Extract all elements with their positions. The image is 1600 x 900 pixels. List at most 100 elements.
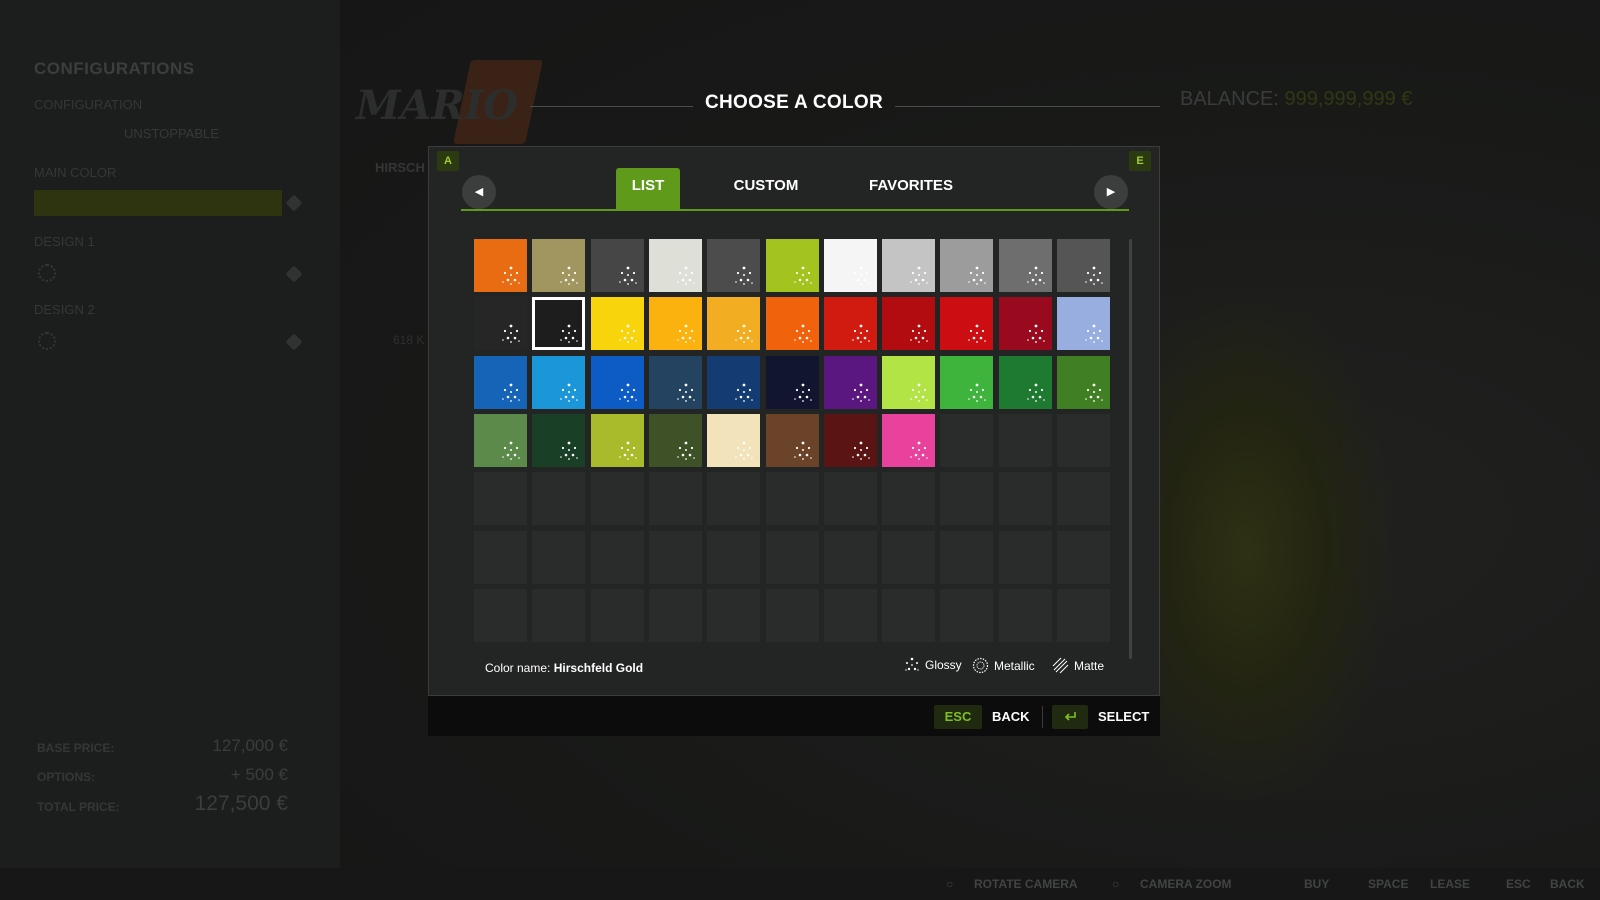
select-button[interactable]: SELECT	[1098, 709, 1149, 724]
color-swatch[interactable]	[766, 414, 819, 467]
color-swatch[interactable]	[591, 297, 644, 350]
color-swatch[interactable]	[649, 414, 702, 467]
wheel-icon: ○	[1112, 877, 1120, 891]
tab-favorites[interactable]: FAVORITES	[849, 168, 973, 210]
glossy-icon	[617, 382, 639, 404]
prev-arrow-button[interactable]: ◀	[462, 175, 496, 209]
color-swatch[interactable]	[999, 297, 1052, 350]
color-swatch[interactable]	[707, 356, 760, 409]
color-swatch[interactable]	[882, 239, 935, 292]
color-swatch[interactable]	[532, 297, 585, 350]
color-swatch[interactable]	[940, 356, 993, 409]
hint-space-key: SPACE	[1368, 877, 1409, 891]
color-swatch[interactable]	[824, 414, 877, 467]
glossy-icon	[1083, 323, 1105, 345]
color-swatch[interactable]	[1057, 297, 1110, 350]
hint-back[interactable]: BACK	[1550, 877, 1585, 891]
enter-icon[interactable]	[1052, 705, 1088, 729]
empty-swatch-slot	[824, 589, 877, 642]
hint-esc-key: ESC	[1506, 877, 1531, 891]
hint-camera-zoom[interactable]: CAMERA ZOOM	[1140, 877, 1232, 891]
color-swatch[interactable]	[474, 239, 527, 292]
color-swatch[interactable]	[532, 414, 585, 467]
color-swatch[interactable]	[707, 414, 760, 467]
legend-matte: Matte	[1052, 657, 1104, 674]
esc-key-badge[interactable]: ESC	[934, 705, 982, 729]
color-swatch[interactable]	[882, 297, 935, 350]
color-swatch[interactable]	[649, 297, 702, 350]
color-swatch[interactable]	[532, 356, 585, 409]
color-swatch[interactable]	[649, 356, 702, 409]
glossy-icon	[675, 323, 697, 345]
color-swatch[interactable]	[591, 414, 644, 467]
glossy-icon	[908, 440, 930, 462]
back-button[interactable]: BACK	[992, 709, 1030, 724]
color-swatch[interactable]	[824, 297, 877, 350]
empty-swatch-slot	[1057, 414, 1110, 467]
hint-rotate-camera[interactable]: ROTATE CAMERA	[974, 877, 1078, 891]
legend-glossy: Glossy	[904, 657, 962, 673]
glossy-icon	[500, 265, 522, 287]
empty-swatch-slot	[999, 589, 1052, 642]
empty-swatch-slot	[999, 414, 1052, 467]
hint-buy[interactable]: BUY	[1304, 877, 1329, 891]
empty-swatch-slot	[649, 589, 702, 642]
empty-swatch-slot	[591, 472, 644, 525]
glossy-icon	[1025, 323, 1047, 345]
matte-icon	[1052, 657, 1069, 674]
empty-swatch-slot	[766, 589, 819, 642]
glossy-icon	[905, 657, 919, 671]
color-swatch[interactable]	[532, 239, 585, 292]
bottom-hint-bar	[0, 868, 1600, 900]
empty-swatch-slot	[707, 589, 760, 642]
glossy-icon	[558, 265, 580, 287]
color-swatch[interactable]	[707, 297, 760, 350]
prev-key-badge: A	[437, 151, 459, 171]
grid-scrollbar[interactable]	[1129, 239, 1132, 659]
next-key-badge: E	[1129, 151, 1151, 171]
color-swatch[interactable]	[591, 239, 644, 292]
empty-swatch-slot	[824, 472, 877, 525]
color-swatch[interactable]	[824, 239, 877, 292]
color-name-label: Color name:	[485, 661, 551, 675]
empty-swatch-slot	[766, 472, 819, 525]
tab-underline	[461, 209, 1129, 211]
color-swatch[interactable]	[882, 414, 935, 467]
hint-lease[interactable]: LEASE	[1430, 877, 1470, 891]
empty-swatch-slot	[591, 589, 644, 642]
next-arrow-button[interactable]: ▶	[1094, 175, 1128, 209]
glossy-icon	[558, 440, 580, 462]
empty-swatch-slot	[940, 472, 993, 525]
color-swatch[interactable]	[649, 239, 702, 292]
glossy-icon	[850, 382, 872, 404]
color-swatch[interactable]	[1057, 356, 1110, 409]
color-swatch[interactable]	[766, 239, 819, 292]
color-swatch[interactable]	[766, 356, 819, 409]
color-swatch[interactable]	[1057, 239, 1110, 292]
color-swatch[interactable]	[940, 297, 993, 350]
color-swatch[interactable]	[999, 356, 1052, 409]
color-swatch[interactable]	[940, 239, 993, 292]
color-swatch[interactable]	[474, 297, 527, 350]
empty-swatch-slot	[882, 589, 935, 642]
color-swatch[interactable]	[882, 356, 935, 409]
glossy-icon	[733, 265, 755, 287]
color-swatch[interactable]	[591, 356, 644, 409]
color-swatch[interactable]	[824, 356, 877, 409]
tab-list[interactable]: LIST	[616, 168, 680, 210]
glossy-icon	[966, 382, 988, 404]
color-swatch[interactable]	[474, 356, 527, 409]
empty-swatch-slot	[766, 531, 819, 584]
color-swatch[interactable]	[999, 239, 1052, 292]
glossy-icon	[675, 265, 697, 287]
empty-swatch-slot	[882, 531, 935, 584]
legend-matte-label: Matte	[1074, 658, 1105, 673]
color-swatch[interactable]	[766, 297, 819, 350]
color-picker-dialog: A E ◀ ▶ LIST CUSTOM FAVORITES Color name…	[428, 146, 1160, 696]
tab-custom[interactable]: CUSTOM	[716, 168, 816, 210]
empty-swatch-slot	[1057, 531, 1110, 584]
color-swatch[interactable]	[707, 239, 760, 292]
empty-swatch-slot	[532, 472, 585, 525]
glossy-icon	[558, 382, 580, 404]
color-swatch[interactable]	[474, 414, 527, 467]
